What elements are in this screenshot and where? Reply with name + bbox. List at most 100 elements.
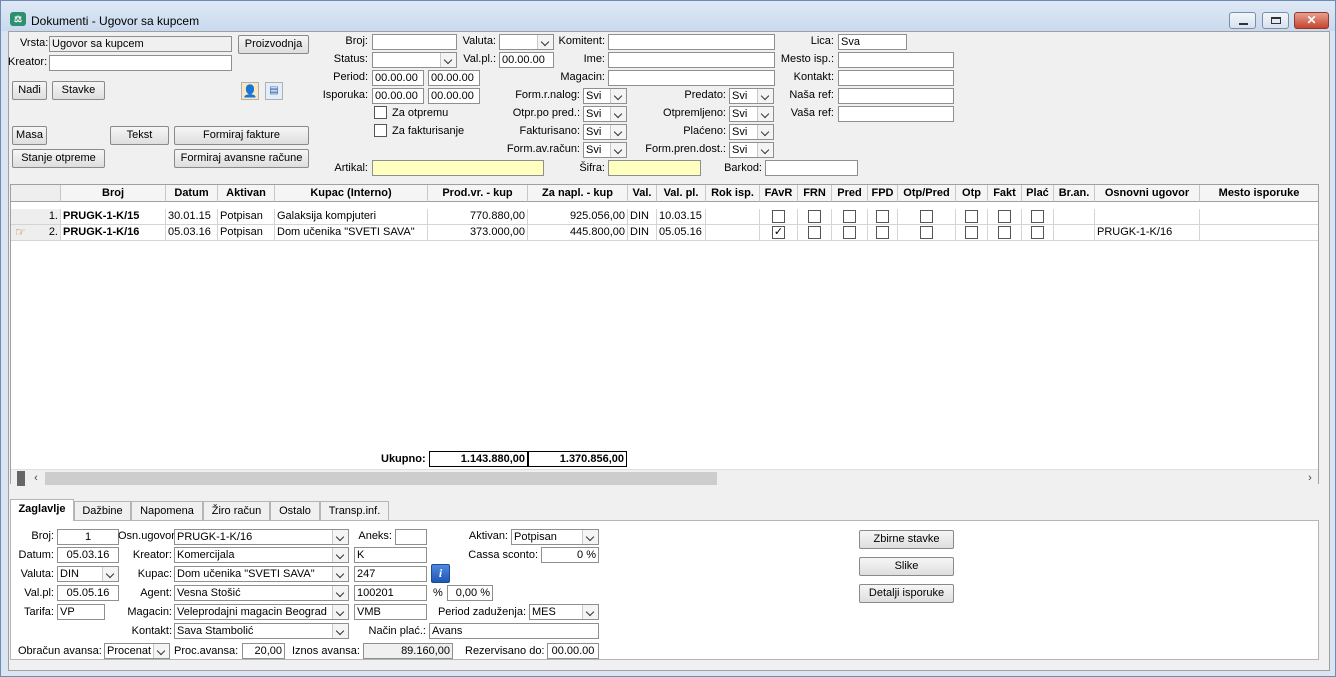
frn-checkbox[interactable] (808, 210, 821, 223)
col-plac[interactable]: Plać (1022, 185, 1054, 202)
komitent-field[interactable] (608, 34, 775, 50)
otp-checkbox[interactable] (965, 210, 978, 223)
col-fpd[interactable]: FPD (868, 185, 898, 202)
d-kreator-select[interactable]: Komercijala (174, 547, 349, 563)
formiraj-fakture-button[interactable]: Formiraj fakture (174, 126, 309, 145)
vasa-ref-field[interactable] (838, 106, 954, 122)
col-br-an[interactable]: Br.an. (1054, 185, 1095, 202)
col-otp[interactable]: Otp (956, 185, 988, 202)
d-agent-select[interactable]: Vesna Stošić (174, 585, 349, 601)
col-osnovni-ugovor[interactable]: Osnovni ugovor (1095, 185, 1200, 202)
otpr-po-pred-select[interactable]: Svi (583, 106, 627, 122)
col-fakt[interactable]: Fakt (988, 185, 1022, 202)
otpremljeno-select[interactable]: Svi (729, 106, 774, 122)
valuta-select[interactable] (499, 34, 554, 50)
col-prod-vr[interactable]: Prod.vr. - kup (428, 185, 528, 202)
frn-checkbox[interactable] (808, 226, 821, 239)
favr-checkbox-checked[interactable]: ✓ (772, 226, 785, 239)
vrsta-field[interactable]: Ugovor sa kupcem (49, 36, 232, 52)
scroll-thumb[interactable] (45, 472, 717, 485)
otp-pred-checkbox[interactable] (920, 226, 933, 239)
d-aktivan-select[interactable]: Potpisan (511, 529, 599, 545)
d-tarifa-field[interactable]: VP (57, 604, 105, 620)
scroll-right-icon[interactable]: › (1303, 471, 1317, 486)
za-fakturisanje-checkbox[interactable] (374, 124, 387, 137)
d-kupac-select[interactable]: Dom učenika "SVETI SAVA" (174, 566, 349, 582)
col-datum[interactable]: Datum (166, 185, 218, 202)
proizvodnja-button[interactable]: Proizvodnja (238, 35, 309, 54)
nacin-plac-field[interactable]: Avans (429, 623, 599, 639)
d-valpl-field[interactable]: 05.05.16 (57, 585, 119, 601)
d-magacin-code[interactable]: VMB (354, 604, 427, 620)
scroll-left-icon[interactable]: ‹ (29, 471, 43, 486)
stavke-button[interactable]: Stavke (52, 81, 105, 100)
isporuka-from-field[interactable]: 00.00.00 (372, 88, 424, 104)
col-val-pl[interactable]: Val. pl. (657, 185, 706, 202)
valpl-field[interactable]: 00.00.00 (499, 52, 554, 68)
col-broj[interactable]: Broj (61, 185, 166, 202)
pred-checkbox[interactable] (843, 210, 856, 223)
period-to-field[interactable]: 00.00.00 (428, 70, 480, 86)
nasa-ref-field[interactable] (838, 88, 954, 104)
favr-checkbox[interactable] (772, 210, 785, 223)
cassa-field[interactable]: 0 % (541, 547, 599, 563)
col-pred[interactable]: Pred (832, 185, 868, 202)
d-magacin-select[interactable]: Veleprodajni magacin Beograd (174, 604, 349, 620)
minimize-button[interactable] (1229, 12, 1256, 29)
period-zad-select[interactable]: MES (529, 604, 599, 620)
col-frn[interactable]: FRN (798, 185, 832, 202)
col-mesto-isporuke[interactable]: Mesto isporuke (1200, 185, 1318, 202)
form-r-nalog-select[interactable]: Svi (583, 88, 627, 104)
fakt-checkbox[interactable] (998, 210, 1011, 223)
d-kontakt-select[interactable]: Sava Stambolić (174, 623, 349, 639)
nadji-button[interactable]: Nađi (12, 81, 47, 100)
tab-transp-inf[interactable]: Transp.inf. (320, 501, 389, 521)
user-info-icon[interactable]: 👤 (241, 82, 259, 100)
magacin-field[interactable] (608, 70, 775, 86)
predato-select[interactable]: Svi (729, 88, 774, 104)
osn-ugovor-select[interactable]: PRUGK-1-K/16 (174, 529, 349, 545)
obracun-select[interactable]: Procenat (104, 643, 170, 659)
info-icon[interactable]: i (431, 564, 450, 583)
fakturisano-select[interactable]: Svi (583, 124, 627, 140)
broj-field[interactable] (372, 34, 457, 50)
detalji-isporuke-button[interactable]: Detalji isporuke (859, 584, 954, 603)
title-bar[interactable]: ⚖ Dokumenti - Ugovor sa kupcem ✕ (1, 1, 1335, 31)
col-aktivan[interactable]: Aktivan (218, 185, 275, 202)
tree-view-icon[interactable]: ▤ (265, 82, 283, 100)
ime-field[interactable] (608, 52, 775, 68)
plac-checkbox[interactable] (1031, 210, 1044, 223)
tab-ostalo[interactable]: Ostalo (270, 501, 320, 521)
d-valuta-select[interactable]: DIN (57, 566, 119, 582)
fpd-checkbox[interactable] (876, 210, 889, 223)
col-rok-isp[interactable]: Rok isp. (706, 185, 760, 202)
tab-dazbine[interactable]: Dažbine (74, 501, 131, 521)
table-row[interactable]: 1. PRUGK-1-K/15 30.01.15 Potpisan Galaks… (11, 209, 1318, 225)
za-otpremu-checkbox[interactable] (374, 106, 387, 119)
zbirne-stavke-button[interactable]: Zbirne stavke (859, 530, 954, 549)
kreator-field[interactable] (49, 55, 232, 71)
proc-field[interactable]: 20,00 (242, 643, 285, 659)
tab-napomena[interactable]: Napomena (131, 501, 203, 521)
tab-ziro-racun[interactable]: Žiro račun (203, 501, 270, 521)
placeno-select[interactable]: Svi (729, 124, 774, 140)
period-from-field[interactable]: 00.00.00 (372, 70, 424, 86)
horizontal-scrollbar[interactable]: ‹ › (11, 469, 1318, 486)
slike-button[interactable]: Slike (859, 557, 954, 576)
d-kupac-code[interactable]: 247 (354, 566, 427, 582)
form-pren-dost-select[interactable]: Svi (729, 142, 774, 158)
tab-zaglavlje[interactable]: Zaglavlje (10, 499, 74, 521)
stanje-otpreme-button[interactable]: Stanje otpreme (12, 149, 105, 168)
otp-checkbox[interactable] (965, 226, 978, 239)
d-datum-field[interactable]: 05.03.16 (57, 547, 119, 563)
pct-field[interactable]: 0,00 % (447, 585, 493, 601)
kontakt-field[interactable] (838, 70, 954, 86)
documents-grid[interactable]: Broj Datum Aktivan Kupac (Interno) Prod.… (10, 184, 1319, 486)
pred-checkbox[interactable] (843, 226, 856, 239)
d-kreator-code[interactable]: K (354, 547, 427, 563)
fpd-checkbox[interactable] (876, 226, 889, 239)
d-broj-field[interactable]: 1 (57, 529, 119, 545)
otp-pred-checkbox[interactable] (920, 210, 933, 223)
col-val[interactable]: Val. (628, 185, 657, 202)
maximize-button[interactable] (1262, 12, 1289, 29)
